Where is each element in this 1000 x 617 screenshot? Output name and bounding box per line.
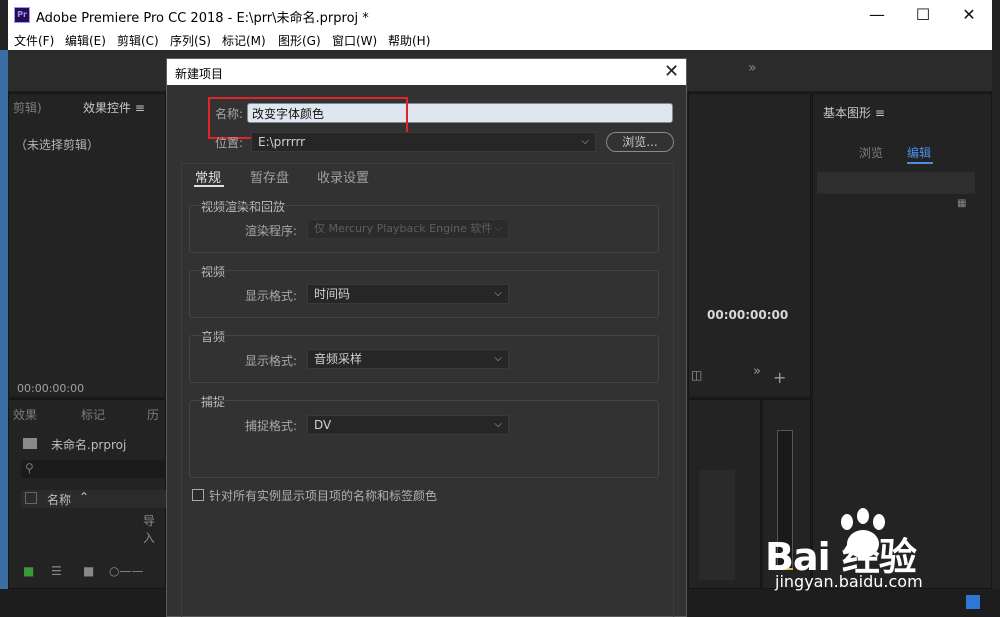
tab-effect-controls[interactable]: 效果控件 ≡ [83, 99, 145, 116]
chevron-down-icon: ⌵ [494, 353, 502, 364]
column-name-header[interactable]: 名称 [47, 491, 71, 508]
window-titlebar: Pr Adobe Premiere Pro CC 2018 - E:\prr\未… [8, 0, 992, 30]
select-all-checkbox[interactable] [25, 492, 37, 504]
search-icon: ⚲ [25, 461, 34, 475]
active-tab-underline [194, 185, 224, 187]
maximize-button[interactable]: ☐ [900, 0, 946, 30]
project-file-name: 未命名.prproj [51, 438, 127, 452]
desktop-background [0, 50, 8, 610]
tab-edit[interactable]: 编辑 [907, 144, 931, 161]
video-display-format-value: 时间码 [314, 287, 351, 301]
renderer-value: 仅 Mercury Playback Engine 软件 [314, 222, 493, 235]
timeline-panel [688, 399, 761, 589]
show-item-names-checkbox[interactable] [192, 489, 204, 501]
project-list-header: 名称 ⌃ [21, 490, 167, 508]
no-clip-selected-text: （未选择剪辑） [15, 138, 100, 152]
watermark-url: jingyan.baidu.com [775, 572, 923, 591]
program-timecode: 00:00:00:00 [707, 308, 789, 322]
tab-history[interactable]: 历 [147, 406, 159, 423]
folder-icon [23, 438, 37, 449]
menu-clip[interactable]: 剪辑(C) [117, 32, 159, 49]
add-button-icon[interactable]: + [773, 368, 786, 387]
workspace-overflow-icon[interactable]: » [748, 60, 757, 76]
browse-button[interactable]: 浏览... [606, 132, 674, 152]
panel-timecode: 00:00:00:00 [17, 382, 85, 395]
menu-marker[interactable]: 标记(M) [222, 32, 266, 49]
essential-graphics-title[interactable]: 基本图形 ≡ [823, 104, 885, 121]
tab-general[interactable]: 常规 [195, 167, 221, 186]
close-icon: ✕ [962, 5, 976, 24]
menu-bar: 文件(F) 编辑(E) 剪辑(C) 序列(S) 标记(M) 图形(G) 窗口(W… [8, 30, 992, 50]
project-search-input[interactable]: ⚲ [21, 460, 167, 478]
capture-format-select[interactable]: DV ⌵ [307, 415, 509, 435]
button-editor-overflow-icon[interactable]: » [753, 364, 761, 379]
capture-group [189, 400, 659, 478]
location-label: 位置: [215, 136, 244, 150]
tab-ingest-settings[interactable]: 收录设置 [317, 167, 369, 186]
minimize-button[interactable]: — [854, 0, 900, 30]
menu-file[interactable]: 文件(F) [14, 32, 54, 49]
chevron-down-icon: ⌵ [581, 136, 589, 147]
layers-list[interactable] [817, 172, 975, 194]
lock-icon[interactable]: ■ [23, 564, 34, 578]
menu-sequence[interactable]: 序列(S) [170, 32, 211, 49]
export-frame-icon[interactable]: ◫ [691, 368, 702, 382]
sort-ascending-icon[interactable]: ⌃ [79, 490, 89, 504]
program-monitor-panel: 00:00:00:00 » + ◫ [688, 93, 811, 398]
premiere-app-icon: Pr [14, 7, 30, 23]
chevron-down-icon: ⌵ [494, 223, 502, 234]
menu-graphics[interactable]: 图形(G) [278, 32, 321, 49]
menu-window[interactable]: 窗口(W) [332, 32, 377, 49]
chevron-down-icon: ⌵ [494, 288, 502, 299]
new-project-dialog: 新建项目 ✕ 名称: 位置: E:\prrrrr ⌵ 浏览... 常规 暂存盘 … [166, 58, 687, 617]
capture-format-label: 捕捉格式: [245, 419, 298, 433]
project-panel: 效果 标记 历 未命名.prproj ⚲ 名称 ⌃ 导入 ■ ☰ ■ ○—— [8, 399, 167, 589]
menu-edit[interactable]: 编辑(E) [65, 32, 106, 49]
maximize-icon: ☐ [915, 5, 931, 24]
audio-display-format-select[interactable]: 音频采样 ⌵ [307, 349, 509, 369]
tab-effects[interactable]: 效果 [13, 406, 37, 423]
renderer-label: 渲染程序: [245, 224, 298, 238]
zoom-slider[interactable]: ○—— [109, 564, 143, 578]
minimize-icon: — [869, 5, 885, 24]
window-title: Adobe Premiere Pro CC 2018 - E:\prr\未命名.… [36, 11, 369, 26]
audio-display-format-label: 显示格式: [245, 354, 298, 368]
capture-format-value: DV [314, 418, 332, 432]
tab-edit-underline [907, 162, 933, 164]
effect-controls-panel: 剪辑) 效果控件 ≡ （未选择剪辑） 00:00:00:00 [8, 93, 166, 398]
renderer-select: 仅 Mercury Playback Engine 软件 ⌵ [307, 219, 509, 239]
location-value: E:\prrrrr [258, 135, 306, 149]
tab-source[interactable]: 剪辑) [13, 99, 42, 116]
menu-help[interactable]: 帮助(H) [388, 32, 430, 49]
list-view-icon[interactable]: ☰ [51, 564, 62, 578]
timeline-track-area [699, 470, 735, 580]
chevron-down-icon: ⌵ [494, 419, 502, 430]
baidu-jingyan-watermark: Bai 经验 jingyan.baidu.com [765, 508, 995, 608]
tab-browse[interactable]: 浏览 [859, 144, 883, 161]
tab-scratch-disks[interactable]: 暂存盘 [250, 167, 289, 186]
show-item-names-label[interactable]: 针对所有实例显示项目项的名称和标签颜色 [209, 487, 437, 504]
close-icon: ✕ [664, 61, 680, 82]
location-select[interactable]: E:\prrrrr ⌵ [251, 132, 596, 152]
dialog-titlebar: 新建项目 ✕ [167, 59, 686, 85]
video-display-format-select[interactable]: 时间码 ⌵ [307, 284, 509, 304]
close-window-button[interactable]: ✕ [946, 0, 992, 30]
video-display-format-label: 显示格式: [245, 289, 298, 303]
audio-display-format-value: 音频采样 [314, 352, 363, 366]
dialog-close-button[interactable]: ✕ [664, 61, 679, 82]
new-layer-icon[interactable]: ▦ [957, 198, 966, 209]
dialog-title: 新建项目 [175, 67, 224, 81]
tab-markers[interactable]: 标记 [81, 406, 105, 423]
import-hint-text: 导入 [143, 514, 156, 545]
icon-view-icon[interactable]: ■ [83, 564, 94, 578]
